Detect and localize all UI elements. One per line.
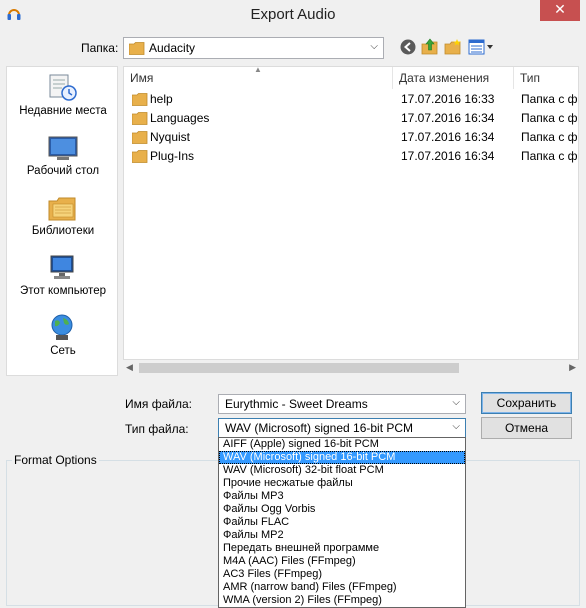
place-label: Сеть — [50, 345, 76, 357]
filetype-option[interactable]: Файлы MP3 — [219, 490, 465, 503]
desktop-icon — [48, 136, 78, 160]
filetype-option[interactable]: AC3 Files (FFmpeg) — [219, 568, 465, 581]
new-folder-icon[interactable] — [444, 38, 462, 56]
file-list[interactable]: Имя ▲ Дата изменения Тип help 17.07.2016… — [123, 66, 579, 376]
format-options-title: Format Options — [12, 453, 99, 467]
scroll-left-icon[interactable]: ◀ — [126, 362, 133, 373]
file-date: 17.07.2016 16:34 — [401, 149, 495, 163]
file-row[interactable]: Nyquist 17.07.2016 16:34 Папка с ф — [124, 128, 578, 147]
file-type: Папка с ф — [521, 130, 578, 144]
column-header-type[interactable]: Тип — [514, 67, 578, 89]
file-name: help — [150, 92, 173, 106]
filetype-option[interactable]: M4A (AAC) Files (FFmpeg) — [219, 555, 465, 568]
filetype-option[interactable]: WMA (version 2) Files (FFmpeg) — [219, 594, 465, 607]
place-recent[interactable]: Недавние места — [7, 73, 119, 117]
cancel-button[interactable]: Отмена — [481, 417, 572, 439]
filetype-option[interactable]: Передать внешней программе — [219, 542, 465, 555]
filetype-option[interactable]: WAV (Microsoft) signed 16-bit PCM — [219, 451, 465, 464]
up-folder-icon[interactable] — [421, 38, 439, 56]
place-label: Рабочий стол — [26, 165, 100, 177]
file-row[interactable]: Plug-Ins 17.07.2016 16:34 Папка с ф — [124, 147, 578, 166]
place-label: Библиотеки — [31, 225, 95, 237]
close-button[interactable]: ✕ — [540, 0, 580, 21]
filetype-option[interactable]: AIFF (Apple) signed 16-bit PCM — [219, 438, 465, 451]
column-header-name-label: Имя — [130, 71, 154, 85]
column-header-date[interactable]: Дата изменения — [393, 67, 513, 89]
folder-icon — [132, 112, 148, 125]
chevron-down-icon[interactable]: ⌵ — [370, 41, 378, 52]
window-title: Export Audio — [250, 6, 336, 23]
filetype-option[interactable]: WAV (Microsoft) 32-bit float PCM — [219, 464, 465, 477]
libraries-icon — [48, 197, 76, 221]
filetype-label: Тип файла: — [125, 422, 189, 436]
chevron-down-icon[interactable]: ⌵ — [452, 421, 460, 432]
file-date: 17.07.2016 16:33 — [401, 92, 495, 106]
chevron-down-icon[interactable]: ⌵ — [452, 397, 460, 408]
filetype-value: WAV (Microsoft) signed 16-bit PCM — [225, 421, 414, 435]
computer-icon — [50, 255, 74, 279]
column-header-name[interactable]: Имя ▲ — [124, 67, 392, 89]
place-computer[interactable]: Этот компьютер — [7, 253, 119, 297]
folder-icon — [132, 131, 148, 144]
file-row[interactable]: help 17.07.2016 16:33 Папка с ф — [124, 90, 578, 109]
file-date: 17.07.2016 16:34 — [401, 130, 495, 144]
file-row[interactable]: Languages 17.07.2016 16:34 Папка с ф — [124, 109, 578, 128]
recent-places-icon — [49, 74, 77, 101]
title-bar: Export Audio ✕ — [0, 0, 586, 30]
network-icon — [51, 314, 73, 340]
file-name: Nyquist — [150, 130, 191, 144]
filename-value: Eurythmic - Sweet Dreams — [225, 397, 368, 411]
filename-input[interactable]: Eurythmic - Sweet Dreams ⌵ — [218, 394, 466, 414]
filetype-option[interactable]: Файлы FLAC — [219, 516, 465, 529]
filetype-option[interactable]: Файлы MP2 — [219, 529, 465, 542]
place-label: Этот компьютер — [20, 285, 106, 297]
scroll-right-icon[interactable]: ▶ — [569, 362, 576, 373]
file-name: Plug-Ins — [150, 149, 195, 163]
save-button[interactable]: Сохранить — [481, 392, 572, 414]
filetype-option[interactable]: Прочие несжатые файлы — [219, 477, 465, 490]
scrollbar-thumb[interactable] — [139, 363, 459, 373]
file-type: Папка с ф — [521, 92, 578, 106]
folder-combo-value: Audacity — [149, 41, 196, 55]
folder-icon — [132, 93, 148, 106]
folder-label: Папка: — [81, 41, 119, 55]
file-date: 17.07.2016 16:34 — [401, 111, 495, 125]
place-network[interactable]: Сеть — [7, 313, 119, 357]
filetype-dropdown-list[interactable]: AIFF (Apple) signed 16-bit PCM WAV (Micro… — [218, 437, 466, 608]
filetype-select[interactable]: WAV (Microsoft) signed 16-bit PCM ⌵ — [218, 418, 466, 438]
places-bar: Недавние места Рабочий стол Библиотеки Э… — [6, 66, 118, 376]
horizontal-scrollbar[interactable]: ◀ ▶ — [123, 359, 579, 377]
sort-ascending-icon: ▲ — [254, 67, 262, 74]
file-name: Languages — [150, 111, 210, 125]
folder-combo[interactable]: Audacity ⌵ — [123, 37, 384, 59]
filetype-option[interactable]: AMR (narrow band) Files (FFmpeg) — [219, 581, 465, 594]
folder-icon — [129, 42, 145, 55]
view-menu-icon[interactable] — [468, 38, 494, 56]
filetype-option[interactable]: Файлы Ogg Vorbis — [219, 503, 465, 516]
filename-label: Имя файла: — [125, 397, 192, 411]
place-desktop[interactable]: Рабочий стол — [7, 133, 119, 177]
folder-icon — [132, 150, 148, 163]
file-type: Папка с ф — [521, 111, 578, 125]
file-type: Папка с ф — [521, 149, 578, 163]
place-label: Недавние места — [19, 105, 107, 117]
place-libraries[interactable]: Библиотеки — [7, 193, 119, 237]
back-icon[interactable] — [399, 38, 417, 56]
